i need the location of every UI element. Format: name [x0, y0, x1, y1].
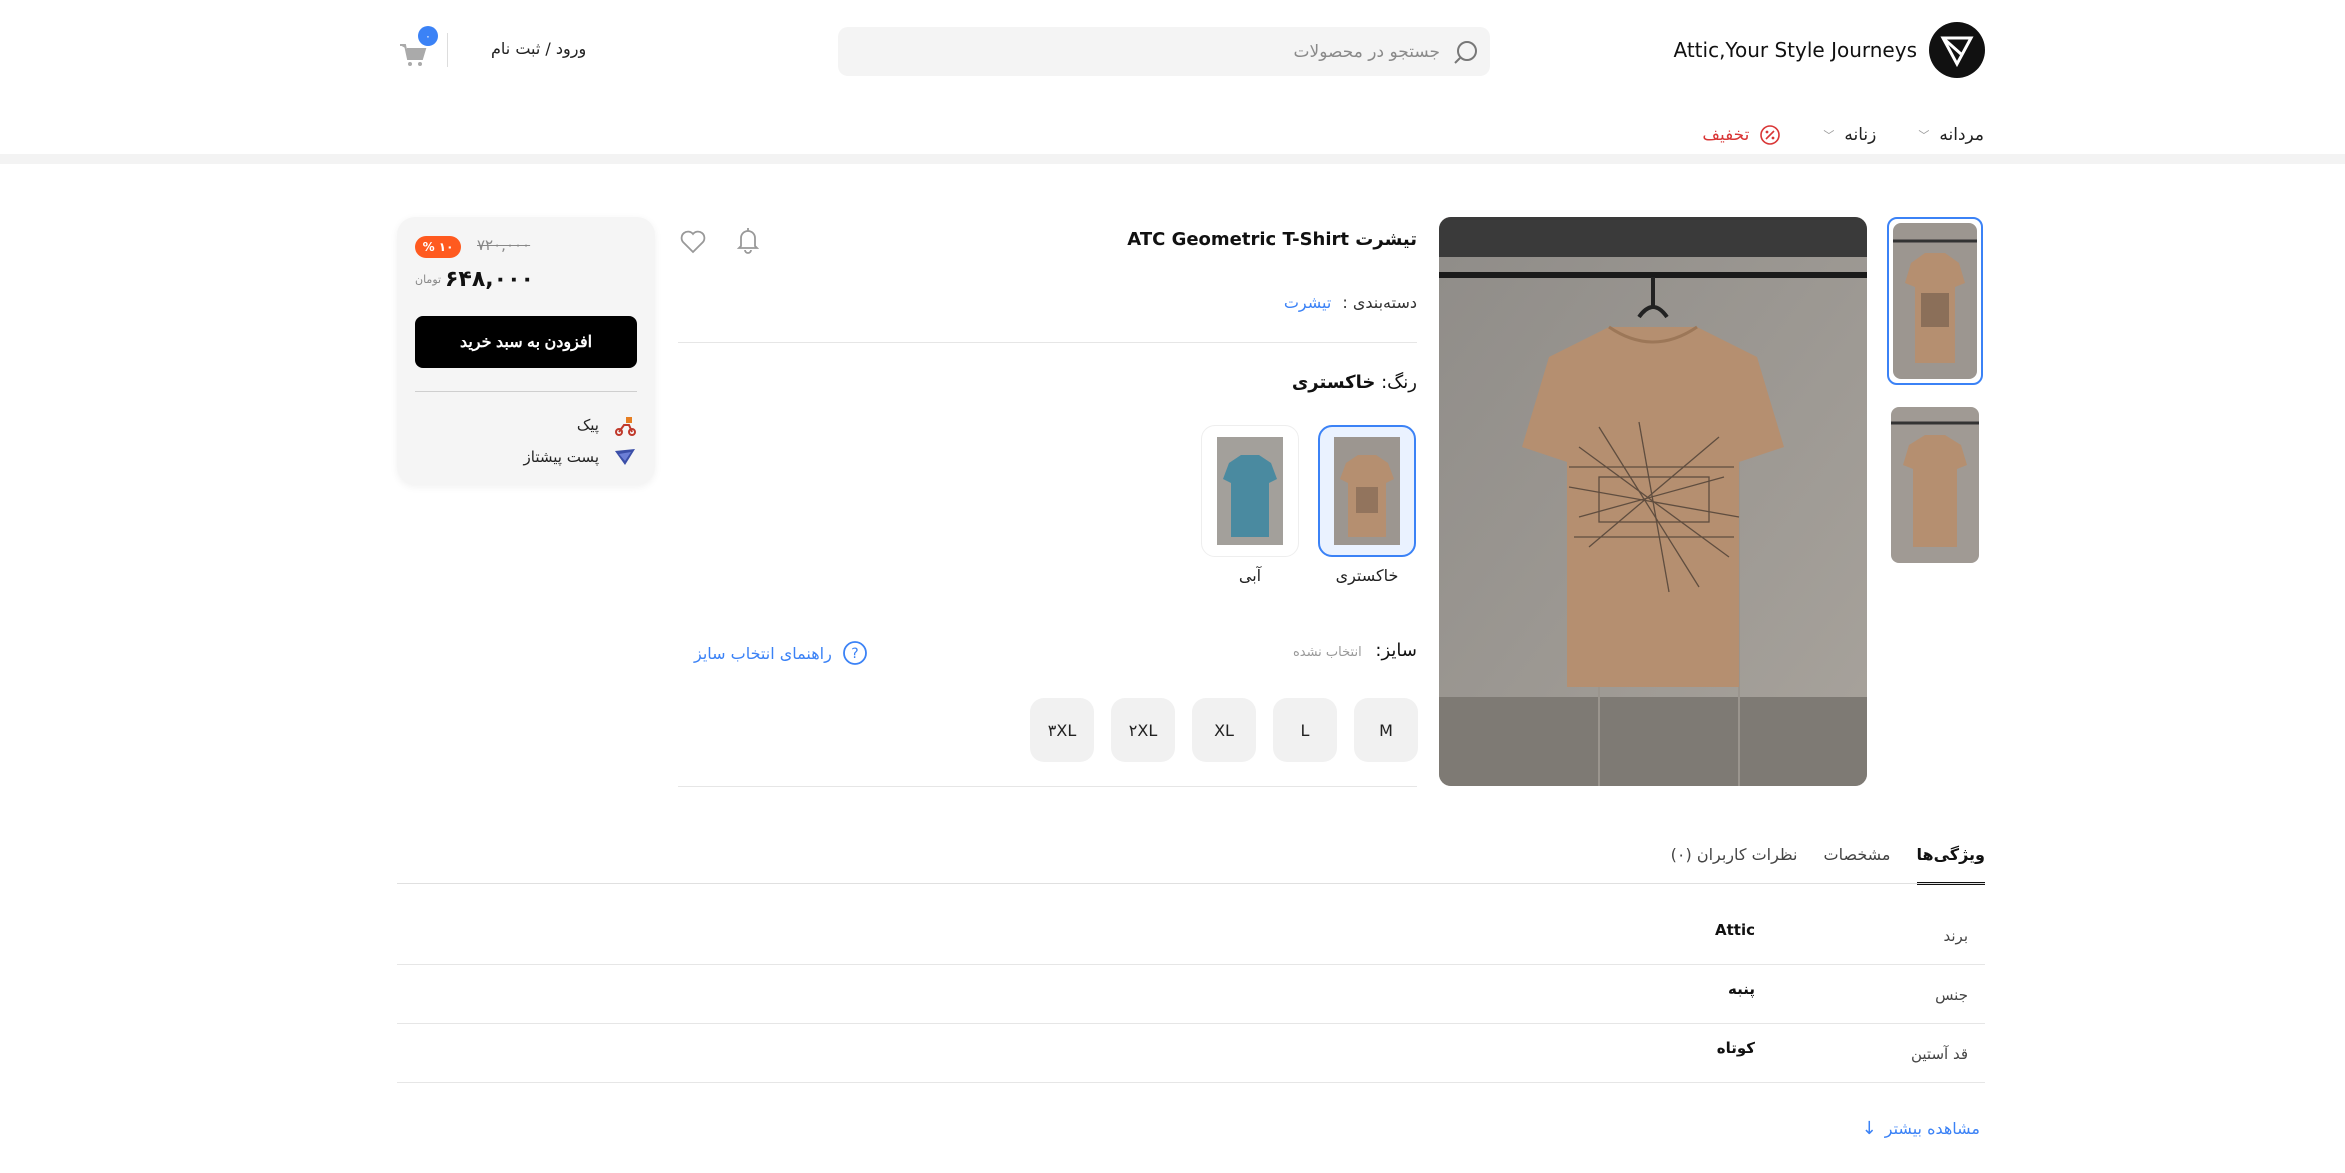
header-divider — [447, 33, 448, 67]
arrow-down-icon: ↓ — [1861, 1118, 1877, 1139]
selected-color: خاکستری — [1291, 372, 1376, 393]
see-more-label: مشاهده بیشتر — [1884, 1119, 1980, 1138]
nav-item-men[interactable]: مردانه ﹀ — [1918, 125, 1984, 145]
product-tabs: ویژگی‌ها مشخصات نظرات کاربران (۰) — [1645, 845, 1985, 885]
currency-label: تومان — [415, 273, 442, 286]
spec-key: قد آستین — [1910, 1045, 1968, 1063]
svg-text:?: ? — [851, 646, 858, 662]
spec-key: برند — [1943, 927, 1969, 945]
size-guide-label: راهنمای انتخاب سایز — [694, 643, 832, 663]
search-input[interactable] — [880, 27, 1440, 76]
product-title: تیشرت ATC Geometric T-Shirt — [1127, 229, 1417, 250]
color-swatch-label: آبی — [1238, 566, 1262, 585]
color-swatch-gray[interactable] — [1318, 425, 1416, 557]
old-price: ۷۲۰,۰۰۰ — [477, 236, 531, 254]
product-main-image[interactable] — [1439, 217, 1867, 786]
see-more-link[interactable]: مشاهده بیشتر ↓ — [1862, 1118, 1980, 1139]
size-option-2xl[interactable]: ۲XL — [1111, 698, 1175, 762]
scooter-icon — [615, 417, 636, 436]
size-label-text: سایز: — [1375, 640, 1417, 661]
color-label-text: رنگ: — [1381, 372, 1417, 393]
chevron-down-icon: ﹀ — [1918, 129, 1930, 142]
spec-row: جنس پنبه — [397, 966, 1985, 1024]
shirt-main-image — [1439, 217, 1867, 786]
product-category: دسته‌بندی : تیشرت — [1284, 293, 1417, 312]
brand-logo-link[interactable]: Attic,Your Style Journeys — [1673, 22, 1985, 78]
divider — [415, 391, 637, 392]
post-icon — [615, 449, 635, 465]
cart-count-badge: ۰ — [418, 26, 438, 46]
logo-icon — [1929, 22, 1985, 78]
new-price: ۶۴۸,۰۰۰ — [445, 267, 534, 292]
spec-key: جنس — [1935, 986, 1968, 1004]
brand-name: Attic,Your Style Journeys — [1673, 38, 1918, 62]
nav-item-discount[interactable]: تخفیف — [1702, 124, 1781, 146]
shirt-back-thumbnail-image — [1891, 407, 1979, 563]
nav-item-label: تخفیف — [1702, 125, 1750, 145]
nav-item-label: مردانه — [1939, 125, 1984, 145]
product-thumbnail-2[interactable] — [1887, 403, 1983, 567]
discount-icon — [1760, 125, 1781, 145]
category-link[interactable]: تیشرت — [1284, 293, 1331, 312]
size-guide-link[interactable]: ? راهنمای انتخاب سایز — [694, 640, 868, 666]
tab-reviews[interactable]: نظرات کاربران (۰) — [1671, 845, 1798, 885]
category-label: دسته‌بندی : — [1342, 293, 1417, 312]
main-nav: مردانه ﹀ زنانه ﹀ تخفیف — [1660, 124, 1984, 146]
spec-row: برند Attic — [397, 907, 1985, 965]
tab-specifications[interactable]: مشخصات — [1824, 845, 1891, 885]
chevron-down-icon: ﹀ — [1823, 129, 1835, 142]
heart-icon[interactable] — [678, 226, 708, 256]
spec-row: قد آستین کوتاه — [397, 1025, 1985, 1083]
add-to-cart-button[interactable]: افزودن به سبد خرید — [415, 316, 637, 368]
divider — [678, 342, 1417, 343]
shirt-thumbnail-image — [1893, 223, 1977, 379]
size-option-m[interactable]: M — [1354, 698, 1418, 762]
bell-icon[interactable] — [733, 225, 763, 255]
color-label: رنگ: خاکستری — [1292, 372, 1417, 393]
cart-button[interactable]: ۰ — [398, 26, 438, 70]
shipping-option-courier: پیک — [577, 413, 637, 437]
spec-value: پنبه — [1728, 980, 1755, 998]
tabs-divider — [397, 883, 1985, 884]
size-option-3xl[interactable]: ۳XL — [1030, 698, 1094, 762]
size-status: انتخاب نشده — [1292, 645, 1362, 660]
login-register-link[interactable]: ورود / ثبت نام — [491, 39, 586, 58]
search-icon[interactable] — [1452, 38, 1480, 66]
product-thumbnail-1[interactable] — [1887, 217, 1983, 385]
shipping-label: پست پیشتاز — [523, 448, 599, 466]
shirt-swatch-image — [1217, 437, 1283, 545]
size-option-l[interactable]: L — [1273, 698, 1337, 762]
shirt-swatch-image — [1334, 437, 1400, 545]
nav-item-label: زنانه — [1844, 125, 1877, 145]
site-header: Attic,Your Style Journeys ورود / ثبت نام… — [0, 0, 2345, 164]
nav-item-women[interactable]: زنانه ﹀ — [1823, 125, 1876, 145]
size-option-xl[interactable]: XL — [1192, 698, 1256, 762]
search-bar — [838, 27, 1490, 76]
size-label: سایز: انتخاب نشده — [1293, 640, 1417, 661]
color-swatch-blue[interactable] — [1201, 425, 1299, 557]
color-swatch-label: خاکستری — [1335, 566, 1399, 585]
shipping-label: پیک — [576, 416, 599, 434]
price-card: ۷۲۰,۰۰۰ ۱۰ % ۶۴۸,۰۰۰ تومان افزودن به سبد… — [397, 217, 655, 485]
discount-badge: ۱۰ % — [415, 236, 461, 258]
divider — [678, 786, 1417, 787]
tab-features[interactable]: ویژگی‌ها — [1916, 845, 1985, 885]
spec-value: Attic — [1715, 921, 1755, 939]
shipping-option-post: پست پیشتاز — [524, 445, 637, 469]
question-icon: ? — [842, 641, 867, 665]
spec-value: کوتاه — [1716, 1039, 1755, 1057]
